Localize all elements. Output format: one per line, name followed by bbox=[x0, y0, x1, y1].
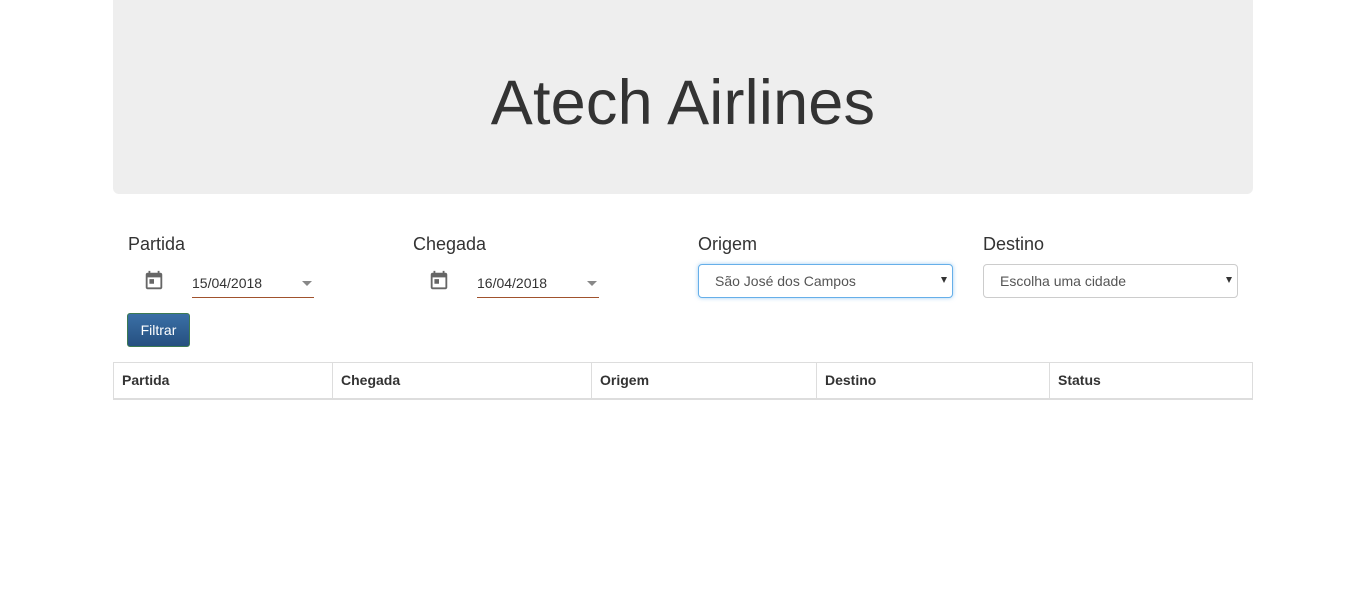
departure-date-picker[interactable]: 15/04/2018 bbox=[128, 258, 388, 298]
column-header-origin[interactable]: Origem bbox=[591, 362, 817, 400]
column-header-departure[interactable]: Partida bbox=[113, 362, 333, 400]
chevron-down-icon bbox=[941, 277, 947, 283]
arrival-filter: Chegada 16/04/2018 bbox=[413, 230, 673, 298]
destination-select[interactable]: Escolha uma cidade bbox=[983, 264, 1238, 298]
origin-select[interactable]: São José dos Campos bbox=[698, 264, 953, 298]
calendar-icon[interactable] bbox=[428, 270, 450, 292]
destination-label: Destino bbox=[983, 234, 1045, 254]
flights-table: Partida Chegada Origem Destino Status bbox=[113, 362, 1253, 400]
chevron-down-icon[interactable] bbox=[587, 281, 597, 286]
column-header-status[interactable]: Status bbox=[1049, 362, 1253, 400]
origin-filter: Origem São José dos Campos bbox=[698, 230, 958, 298]
arrival-date-value: 16/04/2018 bbox=[477, 275, 548, 291]
chevron-down-icon bbox=[1226, 277, 1232, 283]
app-title: Atech Airlines bbox=[490, 68, 876, 138]
origin-label: Origem bbox=[698, 234, 758, 254]
arrival-date-picker[interactable]: 16/04/2018 bbox=[413, 258, 673, 298]
departure-filter: Partida 15/04/2018 bbox=[128, 230, 388, 298]
arrival-label: Chegada bbox=[413, 234, 487, 254]
destination-selected-value: Escolha uma cidade bbox=[1000, 273, 1127, 289]
destination-filter: Destino Escolha uma cidade bbox=[983, 230, 1243, 298]
filter-button[interactable]: Filtrar bbox=[127, 313, 190, 347]
header-banner: Atech Airlines bbox=[113, 0, 1253, 194]
column-header-arrival[interactable]: Chegada bbox=[332, 362, 592, 400]
arrival-date-input[interactable]: 16/04/2018 bbox=[477, 272, 599, 298]
column-header-destination[interactable]: Destino bbox=[816, 362, 1050, 400]
departure-label: Partida bbox=[128, 234, 186, 254]
chevron-down-icon[interactable] bbox=[302, 281, 312, 286]
calendar-icon[interactable] bbox=[143, 270, 165, 292]
departure-date-value: 15/04/2018 bbox=[192, 275, 263, 291]
table-header-row: Partida Chegada Origem Destino Status bbox=[113, 362, 1253, 400]
origin-selected-value: São José dos Campos bbox=[715, 273, 856, 289]
departure-date-input[interactable]: 15/04/2018 bbox=[192, 272, 314, 298]
